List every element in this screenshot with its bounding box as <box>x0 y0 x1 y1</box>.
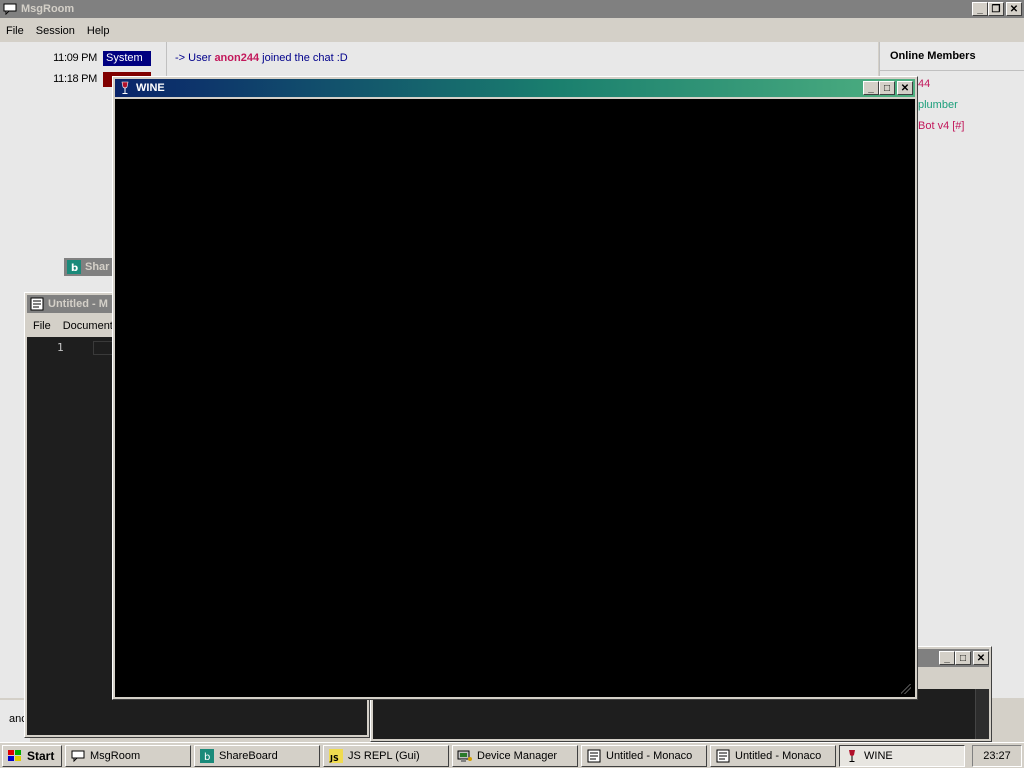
member-item[interactable]: 44 <box>918 78 930 90</box>
monaco-menubar: File Document <box>27 315 119 337</box>
js-icon: JS <box>328 748 344 764</box>
minimize-button[interactable]: _ <box>972 2 988 16</box>
taskbar-item-monaco[interactable]: Untitled - Monaco <box>581 744 707 767</box>
shareboard-icon: b <box>67 260 81 274</box>
svg-text:b: b <box>204 752 210 763</box>
taskbar-label: WINE <box>864 749 893 762</box>
restore-button[interactable]: ❐ <box>988 2 1004 16</box>
message-time: 11:18 PM <box>53 73 97 85</box>
wine-window: WINE _ □ ✕ <box>112 76 918 700</box>
menu-file[interactable]: File <box>27 320 57 332</box>
message-time: 11:09 PM <box>53 52 97 64</box>
wine-glass-icon <box>118 81 132 95</box>
chat-message: 11:09 PM System -> User anon244 joined t… <box>0 48 878 68</box>
maximize-button[interactable]: □ <box>955 651 971 665</box>
member-item[interactable]: plumber <box>918 99 958 111</box>
close-button[interactable]: ✕ <box>1006 2 1022 16</box>
editor-icon <box>30 297 44 311</box>
message-text: -> User anon244 joined the chat :D <box>175 52 348 64</box>
shareboard-icon: b <box>199 748 215 764</box>
taskbar-item-msgroom[interactable]: MsgRoom <box>65 744 191 767</box>
taskbar-item-wine[interactable]: WINE <box>839 744 965 767</box>
menu-file[interactable]: File <box>0 25 30 37</box>
menu-document[interactable]: Document <box>57 320 119 332</box>
editor-icon <box>715 748 731 764</box>
msgroom-titlebar[interactable]: MsgRoom _ ❐ ✕ <box>0 0 1024 18</box>
member-item[interactable]: Bot v4 [#] <box>918 120 964 132</box>
menu-session[interactable]: Session <box>30 25 81 37</box>
chat-bubble-icon <box>70 748 86 764</box>
msgroom-title: MsgRoom <box>21 3 75 15</box>
system-tray-clock[interactable]: 23:27 <box>972 744 1022 767</box>
wine-titlebar[interactable]: WINE _ □ ✕ <box>115 79 915 97</box>
taskbar: Start MsgRoom b ShareBoard JS JS REPL (G… <box>0 742 1024 768</box>
wine-title: WINE <box>136 82 165 94</box>
msgroom-menubar: File Session Help <box>0 20 116 42</box>
device-manager-icon <box>457 748 473 764</box>
taskbar-item-shareboard[interactable]: b ShareBoard <box>194 744 320 767</box>
minimize-button[interactable]: _ <box>939 651 955 665</box>
taskbar-label: Device Manager <box>477 749 558 762</box>
svg-text:b: b <box>71 263 78 274</box>
monaco2-titlebar[interactable]: _ □ ✕ <box>909 649 989 667</box>
taskbar-item-monaco-2[interactable]: Untitled - Monaco <box>710 744 836 767</box>
members-title: Online Members <box>890 50 976 62</box>
start-button[interactable]: Start <box>2 744 62 767</box>
taskbar-label: Untitled - Monaco <box>606 749 693 762</box>
windows-logo-icon <box>7 748 23 764</box>
wine-client-area[interactable] <box>115 99 915 697</box>
chat-bubble-icon <box>3 2 17 16</box>
taskbar-label: JS REPL (Gui) <box>348 749 420 762</box>
menu-help[interactable]: Help <box>81 25 116 37</box>
close-button[interactable]: ✕ <box>897 81 913 95</box>
taskbar-item-js-repl[interactable]: JS JS REPL (Gui) <box>323 744 449 767</box>
taskbar-label: Untitled - Monaco <box>735 749 822 762</box>
start-label: Start <box>27 748 55 763</box>
message-user-badge: System <box>103 50 151 66</box>
svg-text:JS: JS <box>329 754 339 763</box>
close-button[interactable]: ✕ <box>973 651 989 665</box>
minimize-button[interactable]: _ <box>863 81 879 95</box>
wine-glass-icon <box>844 748 860 764</box>
taskbar-item-device-manager[interactable]: Device Manager <box>452 744 578 767</box>
editor-icon <box>586 748 602 764</box>
taskbar-label: ShareBoard <box>219 749 278 762</box>
clock: 23:27 <box>983 749 1011 762</box>
taskbar-label: MsgRoom <box>90 749 141 762</box>
username-link[interactable]: anon244 <box>214 52 259 64</box>
scrollbar[interactable] <box>975 689 989 739</box>
divider <box>880 70 1024 71</box>
maximize-button[interactable]: □ <box>879 81 895 95</box>
resize-grip[interactable] <box>901 684 911 694</box>
line-number: 1 <box>57 341 64 354</box>
